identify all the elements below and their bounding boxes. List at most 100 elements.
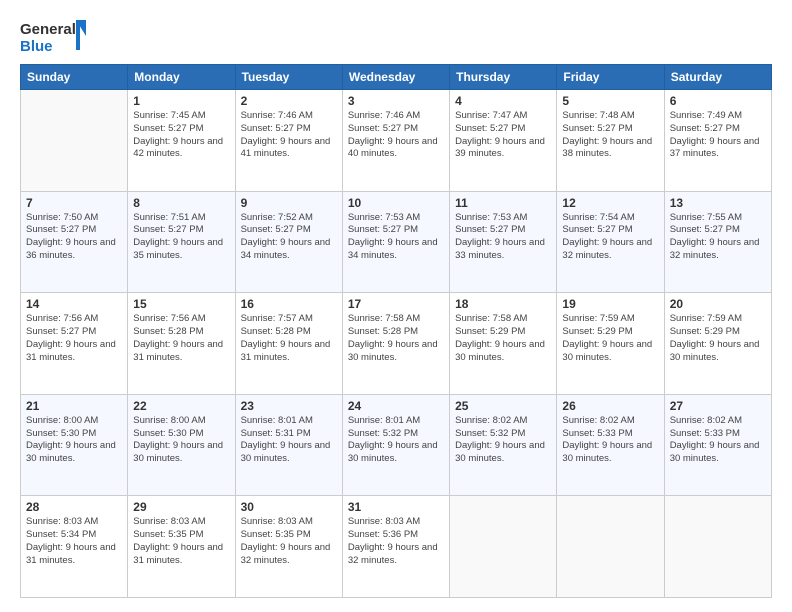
day-info: Sunrise: 7:59 AMSunset: 5:29 PMDaylight:… xyxy=(670,313,766,364)
day-number: 6 xyxy=(670,94,766,108)
calendar-cell: 2 Sunrise: 7:46 AMSunset: 5:27 PMDaylight… xyxy=(235,90,342,192)
calendar-cell: 24 Sunrise: 8:01 AMSunset: 5:32 PMDayligh… xyxy=(342,394,449,496)
calendar-week-5: 28 Sunrise: 8:03 AMSunset: 5:34 PMDayligh… xyxy=(21,496,772,598)
calendar-cell xyxy=(557,496,664,598)
calendar-header-row: SundayMondayTuesdayWednesdayThursdayFrid… xyxy=(21,65,772,90)
day-info: Sunrise: 7:56 AMSunset: 5:28 PMDaylight:… xyxy=(133,313,229,364)
calendar-cell: 5Sunrise: 7:48 AMSunset: 5:27 PMDaylight… xyxy=(557,90,664,192)
day-number: 12 xyxy=(562,196,658,210)
day-number: 3 xyxy=(348,94,444,108)
day-info: Sunrise: 7:47 AMSunset: 5:27 PMDaylight:… xyxy=(455,110,551,161)
calendar-cell: 6 Sunrise: 7:49 AMSunset: 5:27 PMDaylight… xyxy=(664,90,771,192)
day-info: Sunrise: 7:54 AMSunset: 5:27 PMDaylight:… xyxy=(562,212,658,263)
day-number: 22 xyxy=(133,399,229,413)
day-number: 18 xyxy=(455,297,551,311)
day-info: Sunrise: 7:46 AMSunset: 5:27 PMDaylight:… xyxy=(348,110,444,161)
day-info: Sunrise: 7:59 AMSunset: 5:29 PMDaylight:… xyxy=(562,313,658,364)
day-info: Sunrise: 7:51 AMSunset: 5:27 PMDaylight:… xyxy=(133,212,229,263)
calendar-cell: 17 Sunrise: 7:58 AMSunset: 5:28 PMDayligh… xyxy=(342,293,449,395)
day-info: Sunrise: 7:50 AMSunset: 5:27 PMDaylight:… xyxy=(26,212,122,263)
calendar-cell: 28 Sunrise: 8:03 AMSunset: 5:34 PMDayligh… xyxy=(21,496,128,598)
calendar-cell: 21 Sunrise: 8:00 AMSunset: 5:30 PMDayligh… xyxy=(21,394,128,496)
calendar-week-3: 14Sunrise: 7:56 AMSunset: 5:27 PMDayligh… xyxy=(21,293,772,395)
day-number: 31 xyxy=(348,500,444,514)
day-number: 25 xyxy=(455,399,551,413)
calendar-cell: 12 Sunrise: 7:54 AMSunset: 5:27 PMDayligh… xyxy=(557,191,664,293)
calendar-header-wednesday: Wednesday xyxy=(342,65,449,90)
day-info: Sunrise: 7:53 AMSunset: 5:27 PMDaylight:… xyxy=(455,212,551,263)
day-number: 28 xyxy=(26,500,122,514)
day-number: 9 xyxy=(241,196,337,210)
day-number: 2 xyxy=(241,94,337,108)
day-number: 24 xyxy=(348,399,444,413)
day-number: 13 xyxy=(670,196,766,210)
day-info: Sunrise: 8:03 AMSunset: 5:35 PMDaylight:… xyxy=(133,516,229,567)
day-number: 20 xyxy=(670,297,766,311)
day-info: Sunrise: 7:53 AMSunset: 5:27 PMDaylight:… xyxy=(348,212,444,263)
calendar-cell: 23 Sunrise: 8:01 AMSunset: 5:31 PMDayligh… xyxy=(235,394,342,496)
day-info: Sunrise: 7:56 AMSunset: 5:27 PMDaylight:… xyxy=(26,313,122,364)
day-info: Sunrise: 7:55 AMSunset: 5:27 PMDaylight:… xyxy=(670,212,766,263)
calendar-cell: 15Sunrise: 7:56 AMSunset: 5:28 PMDayligh… xyxy=(128,293,235,395)
calendar-cell: 22Sunrise: 8:00 AMSunset: 5:30 PMDayligh… xyxy=(128,394,235,496)
day-number: 19 xyxy=(562,297,658,311)
day-number: 27 xyxy=(670,399,766,413)
calendar-cell: 7 Sunrise: 7:50 AMSunset: 5:27 PMDaylight… xyxy=(21,191,128,293)
day-info: Sunrise: 8:00 AMSunset: 5:30 PMDaylight:… xyxy=(26,415,122,466)
calendar-cell xyxy=(664,496,771,598)
calendar-header-sunday: Sunday xyxy=(21,65,128,90)
calendar-cell: 16 Sunrise: 7:57 AMSunset: 5:28 PMDayligh… xyxy=(235,293,342,395)
day-info: Sunrise: 7:58 AMSunset: 5:28 PMDaylight:… xyxy=(348,313,444,364)
calendar-cell: 18Sunrise: 7:58 AMSunset: 5:29 PMDayligh… xyxy=(450,293,557,395)
calendar-header-friday: Friday xyxy=(557,65,664,90)
calendar-cell: 9 Sunrise: 7:52 AMSunset: 5:27 PMDaylight… xyxy=(235,191,342,293)
calendar-cell xyxy=(450,496,557,598)
calendar-cell: 31 Sunrise: 8:03 AMSunset: 5:36 PMDayligh… xyxy=(342,496,449,598)
day-number: 8 xyxy=(133,196,229,210)
calendar-week-2: 7 Sunrise: 7:50 AMSunset: 5:27 PMDaylight… xyxy=(21,191,772,293)
calendar-header-saturday: Saturday xyxy=(664,65,771,90)
day-number: 21 xyxy=(26,399,122,413)
day-info: Sunrise: 7:49 AMSunset: 5:27 PMDaylight:… xyxy=(670,110,766,161)
logo-svg: GeneralBlue xyxy=(20,18,90,54)
day-info: Sunrise: 8:03 AMSunset: 5:34 PMDaylight:… xyxy=(26,516,122,567)
calendar-header-monday: Monday xyxy=(128,65,235,90)
day-info: Sunrise: 8:03 AMSunset: 5:35 PMDaylight:… xyxy=(241,516,337,567)
page: GeneralBlue SundayMondayTuesdayWednesday… xyxy=(0,0,792,612)
calendar-cell: 20 Sunrise: 7:59 AMSunset: 5:29 PMDayligh… xyxy=(664,293,771,395)
day-number: 16 xyxy=(241,297,337,311)
calendar-cell: 27Sunrise: 8:02 AMSunset: 5:33 PMDayligh… xyxy=(664,394,771,496)
day-number: 26 xyxy=(562,399,658,413)
calendar-cell: 19 Sunrise: 7:59 AMSunset: 5:29 PMDayligh… xyxy=(557,293,664,395)
calendar-cell: 26 Sunrise: 8:02 AMSunset: 5:33 PMDayligh… xyxy=(557,394,664,496)
day-info: Sunrise: 8:01 AMSunset: 5:32 PMDaylight:… xyxy=(348,415,444,466)
calendar-cell: 30Sunrise: 8:03 AMSunset: 5:35 PMDayligh… xyxy=(235,496,342,598)
calendar-cell: 25 Sunrise: 8:02 AMSunset: 5:32 PMDayligh… xyxy=(450,394,557,496)
calendar-header-thursday: Thursday xyxy=(450,65,557,90)
calendar-cell: 13 Sunrise: 7:55 AMSunset: 5:27 PMDayligh… xyxy=(664,191,771,293)
calendar-cell: 11 Sunrise: 7:53 AMSunset: 5:27 PMDayligh… xyxy=(450,191,557,293)
day-number: 23 xyxy=(241,399,337,413)
day-number: 5 xyxy=(562,94,658,108)
day-info: Sunrise: 7:52 AMSunset: 5:27 PMDaylight:… xyxy=(241,212,337,263)
header: GeneralBlue xyxy=(20,18,772,54)
day-info: Sunrise: 8:01 AMSunset: 5:31 PMDaylight:… xyxy=(241,415,337,466)
day-number: 7 xyxy=(26,196,122,210)
calendar-week-1: 1Sunrise: 7:45 AMSunset: 5:27 PMDaylight… xyxy=(21,90,772,192)
svg-text:General: General xyxy=(20,21,76,38)
calendar-cell: 1Sunrise: 7:45 AMSunset: 5:27 PMDaylight… xyxy=(128,90,235,192)
calendar-cell xyxy=(21,90,128,192)
day-info: Sunrise: 8:02 AMSunset: 5:32 PMDaylight:… xyxy=(455,415,551,466)
calendar-week-4: 21 Sunrise: 8:00 AMSunset: 5:30 PMDayligh… xyxy=(21,394,772,496)
day-info: Sunrise: 8:02 AMSunset: 5:33 PMDaylight:… xyxy=(562,415,658,466)
calendar-header-tuesday: Tuesday xyxy=(235,65,342,90)
day-info: Sunrise: 8:03 AMSunset: 5:36 PMDaylight:… xyxy=(348,516,444,567)
day-number: 17 xyxy=(348,297,444,311)
day-info: Sunrise: 7:57 AMSunset: 5:28 PMDaylight:… xyxy=(241,313,337,364)
day-number: 10 xyxy=(348,196,444,210)
calendar-cell: 8 Sunrise: 7:51 AMSunset: 5:27 PMDaylight… xyxy=(128,191,235,293)
day-info: Sunrise: 7:46 AMSunset: 5:27 PMDaylight:… xyxy=(241,110,337,161)
day-number: 11 xyxy=(455,196,551,210)
day-number: 4 xyxy=(455,94,551,108)
calendar-cell: 3 Sunrise: 7:46 AMSunset: 5:27 PMDaylight… xyxy=(342,90,449,192)
